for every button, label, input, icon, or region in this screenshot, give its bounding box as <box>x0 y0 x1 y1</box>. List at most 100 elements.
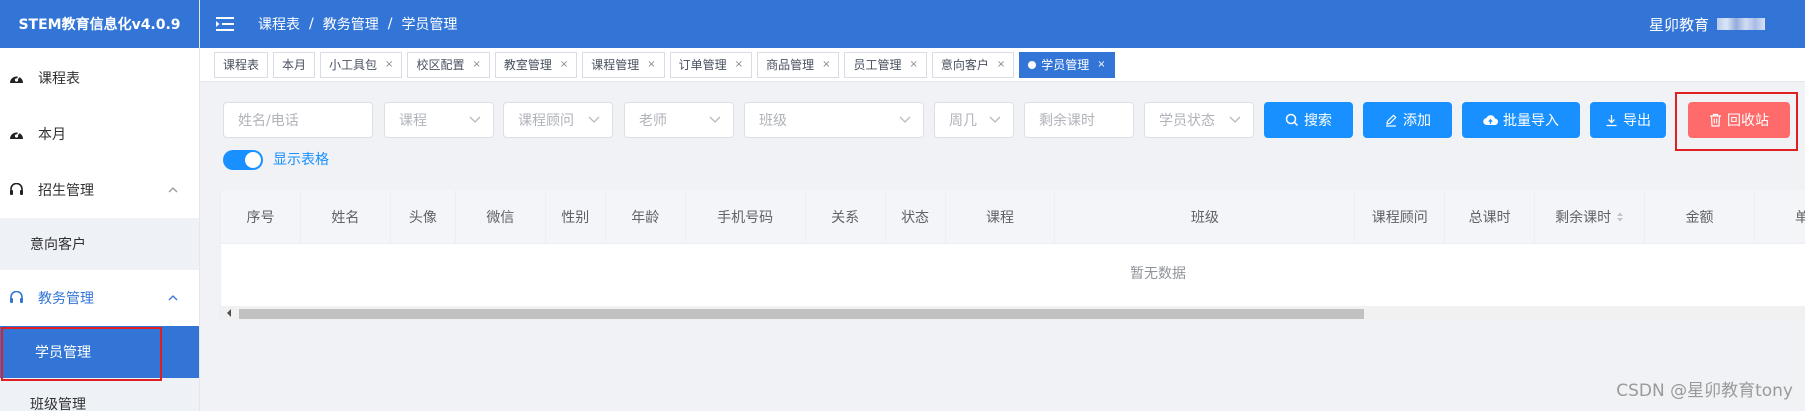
weekday-select[interactable]: 周几 <box>934 102 1014 138</box>
tag-student-management[interactable]: 学员管理 × <box>1019 51 1115 78</box>
tag-label: 本月 <box>282 58 307 72</box>
close-icon[interactable]: × <box>560 59 568 70</box>
students-table: 序号 姓名 头像 微信 性别 年龄 手机号码 关系 状态 课程 班级 课程顾问 … <box>220 190 1805 320</box>
placeholder-text: 课程 <box>399 113 427 129</box>
breadcrumb-item[interactable]: 课程表 <box>258 14 300 34</box>
column-header: 课程顾问 <box>1355 190 1446 244</box>
tag-staff[interactable]: 员工管理 × <box>844 51 927 78</box>
remaining-hours-input[interactable]: 剩余课时 <box>1024 102 1134 138</box>
sidebar-item-academic[interactable]: 教务管理 <box>0 270 199 326</box>
column-header: 单 <box>1794 210 1805 226</box>
column-header: 课程 <box>946 190 1056 244</box>
course-select[interactable]: 课程 <box>384 102 494 138</box>
breadcrumb-separator: / <box>387 16 393 32</box>
breadcrumb-item[interactable]: 教务管理 <box>323 14 379 34</box>
close-icon[interactable]: × <box>1097 59 1105 70</box>
column-header: 手机号码 <box>686 190 806 244</box>
tag-schedule[interactable]: 课程表 <box>214 51 269 78</box>
chevron-up-icon <box>168 295 178 301</box>
tag-orders[interactable]: 订单管理 × <box>669 51 753 78</box>
tag-toolkit[interactable]: 小工具包 × <box>320 51 403 78</box>
placeholder-text: 学员状态 <box>1159 113 1215 129</box>
close-icon[interactable]: × <box>472 59 480 70</box>
tag-products[interactable]: 商品管理 × <box>757 51 840 78</box>
top-header: 课程表 / 教务管理 / 学员管理 星卯教育 <box>200 0 1805 48</box>
teacher-select[interactable]: 老师 <box>624 102 734 138</box>
tag-label: 课程管理 <box>591 58 640 72</box>
chevron-down-icon <box>1229 116 1241 123</box>
scrollbar-thumb[interactable] <box>239 309 1364 319</box>
tag-label: 校区配置 <box>416 58 465 72</box>
dashboard-icon <box>8 70 24 86</box>
tag-classroom[interactable]: 教室管理 × <box>494 51 578 78</box>
column-header: 微信 <box>456 190 546 244</box>
column-header: 金额 <box>1645 190 1755 244</box>
sidebar-item-enrollment[interactable]: 招生管理 <box>0 162 199 218</box>
app-title[interactable]: STEM教育信息化v4.0.9 <box>0 0 199 48</box>
tag-label: 员工管理 <box>853 58 902 72</box>
close-icon[interactable]: × <box>735 59 743 70</box>
class-select[interactable]: 班级 <box>744 102 924 138</box>
headset-icon <box>8 290 24 306</box>
button-label: 批量导入 <box>1503 113 1559 129</box>
sidebar-item-schedule[interactable]: 课程表 <box>0 50 199 106</box>
sidebar-item-student-management[interactable]: 学员管理 <box>0 326 199 381</box>
org-name: 星卯教育 <box>1648 15 1709 34</box>
cloud-upload-icon <box>1483 114 1498 125</box>
column-header: 总课时 <box>1445 190 1536 244</box>
sidebar-item-label: 意向客户 <box>30 237 86 253</box>
sidebar-item-prospects[interactable]: 意向客户 <box>0 218 199 270</box>
table-header: 序号 姓名 头像 微信 性别 年龄 手机号码 关系 状态 课程 班级 课程顾问 … <box>221 190 1805 244</box>
placeholder-text: 剩余课时 <box>1039 113 1095 129</box>
tag-label: 教室管理 <box>503 58 552 72</box>
add-button[interactable]: 添加 <box>1363 102 1452 138</box>
close-icon[interactable]: × <box>822 59 830 70</box>
close-icon[interactable]: × <box>385 59 393 70</box>
tag-label: 学员管理 <box>1041 58 1090 72</box>
button-label: 搜索 <box>1304 113 1332 129</box>
sidebar-item-label: 班级管理 <box>30 397 86 411</box>
tag-this-month[interactable]: 本月 <box>273 51 316 78</box>
close-icon[interactable]: × <box>647 59 655 70</box>
submenu-academic: 学员管理 班级管理 <box>0 326 199 411</box>
tag-label: 商品管理 <box>766 58 815 72</box>
headset-icon <box>8 182 24 198</box>
edit-icon <box>1386 114 1397 127</box>
show-table-label: 显示表格 <box>273 152 329 168</box>
close-icon[interactable]: × <box>909 59 917 70</box>
advisor-select[interactable]: 课程顾问 <box>503 102 613 138</box>
close-icon[interactable]: × <box>997 59 1005 70</box>
column-header: 序号 <box>221 190 301 244</box>
sidebar-item-this-month[interactable]: 本月 <box>0 106 199 162</box>
empty-state: 暂无数据 <box>1130 266 1186 282</box>
highlight-box <box>1675 92 1798 151</box>
chevron-down-icon <box>709 116 721 123</box>
search-button[interactable]: 搜索 <box>1264 102 1353 138</box>
avatar[interactable] <box>1717 18 1765 30</box>
sidebar: STEM教育信息化v4.0.9 课程表 本月 招生管理 意向客户 教务管理 学员… <box>0 0 200 411</box>
scroll-left-icon[interactable] <box>227 309 231 317</box>
column-header: 年龄 <box>606 190 686 244</box>
menu-toggle-icon[interactable] <box>216 17 234 31</box>
student-status-select[interactable]: 学员状态 <box>1144 102 1254 138</box>
export-button[interactable]: 导出 <box>1590 102 1666 138</box>
placeholder-text: 老师 <box>639 113 667 129</box>
chevron-up-icon <box>168 187 178 193</box>
sidebar-item-class-management[interactable]: 班级管理 <box>0 378 199 411</box>
sort-icon[interactable] <box>1616 211 1624 223</box>
tag-prospects[interactable]: 意向客户 × <box>931 51 1015 78</box>
tag-campus-config[interactable]: 校区配置 × <box>407 51 490 78</box>
column-header-sortable[interactable]: 剩余课时 <box>1535 190 1646 244</box>
download-icon <box>1606 114 1617 126</box>
watermark: CSDN @星卯教育tony <box>1616 381 1793 401</box>
horizontal-scrollbar[interactable] <box>221 306 1805 320</box>
name-phone-input[interactable]: 姓名/电话 <box>223 102 373 138</box>
batch-import-button[interactable]: 批量导入 <box>1462 102 1580 138</box>
switch-knob <box>245 152 261 168</box>
active-dot-icon <box>1028 60 1037 69</box>
tag-course[interactable]: 课程管理 × <box>582 51 665 78</box>
show-table-switch[interactable] <box>223 150 263 170</box>
user-menu[interactable]: 星卯教育 <box>1649 0 1765 48</box>
sidebar-item-label: 教务管理 <box>38 291 94 307</box>
placeholder-text: 姓名/电话 <box>238 113 299 129</box>
